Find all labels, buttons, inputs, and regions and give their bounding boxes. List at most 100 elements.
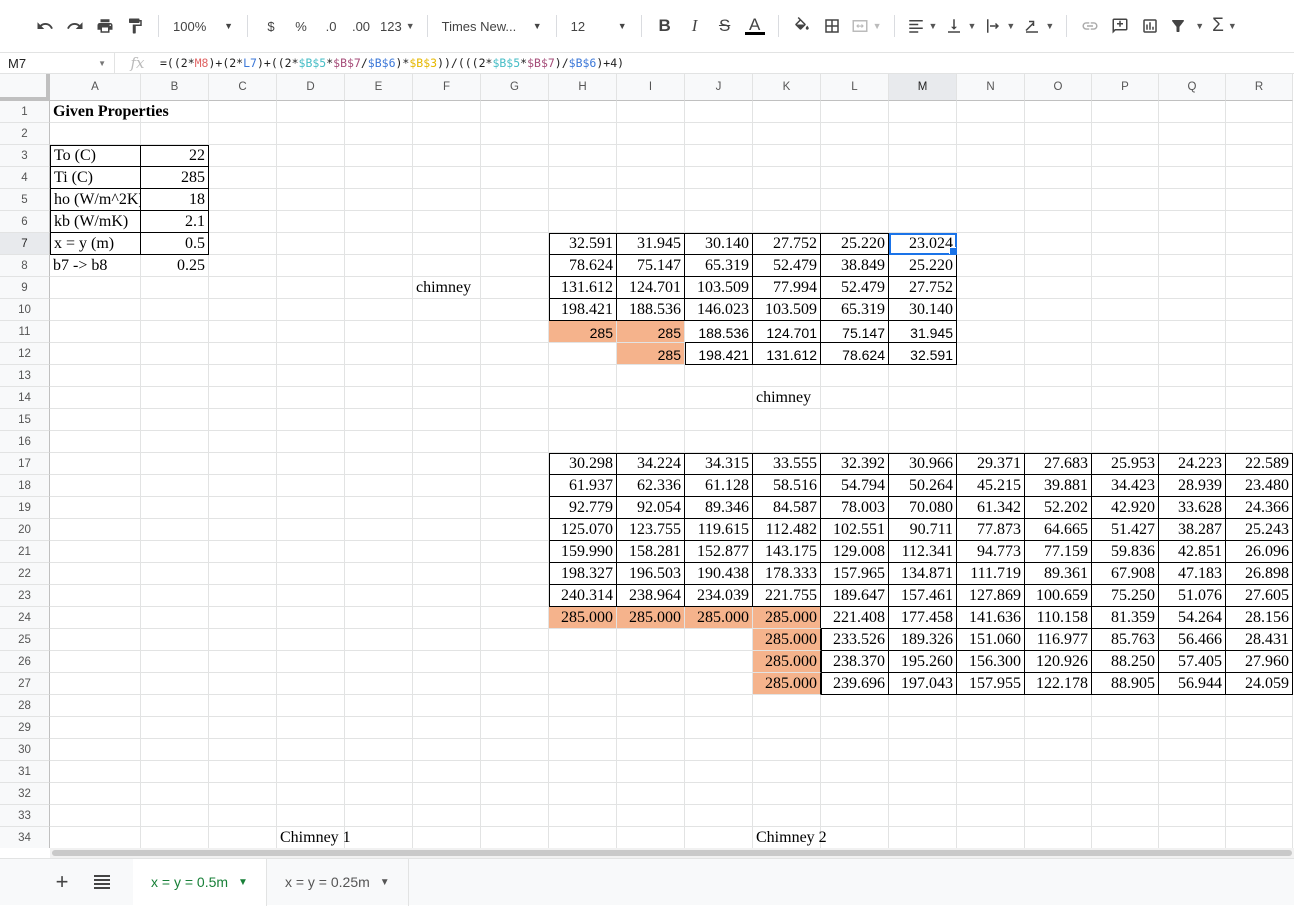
cell-b16[interactable] bbox=[141, 431, 209, 453]
cell-k33[interactable] bbox=[753, 805, 821, 827]
cell-j9[interactable]: 103.509 bbox=[685, 277, 753, 299]
currency-button[interactable]: $ bbox=[257, 12, 285, 40]
scrollbar-thumb[interactable] bbox=[52, 850, 1292, 856]
cell-e29[interactable] bbox=[345, 717, 413, 739]
cell-a29[interactable] bbox=[50, 717, 141, 739]
cell-b5[interactable]: 18 bbox=[141, 189, 209, 211]
cell-d21[interactable] bbox=[277, 541, 345, 563]
cell-f3[interactable] bbox=[413, 145, 481, 167]
row-header-18[interactable]: 18 bbox=[0, 475, 50, 497]
cell-j8[interactable]: 65.319 bbox=[685, 255, 753, 277]
cell-p8[interactable] bbox=[1092, 255, 1159, 277]
cell-p18[interactable]: 34.423 bbox=[1092, 475, 1159, 497]
cell-l31[interactable] bbox=[821, 761, 889, 783]
cell-j10[interactable]: 146.023 bbox=[685, 299, 753, 321]
cell-q15[interactable] bbox=[1159, 409, 1226, 431]
text-color-icon[interactable]: A bbox=[741, 12, 769, 40]
cell-n31[interactable] bbox=[957, 761, 1025, 783]
cell-k1[interactable] bbox=[753, 101, 821, 123]
cell-g12[interactable] bbox=[481, 343, 549, 365]
cell-g33[interactable] bbox=[481, 805, 549, 827]
cell-g26[interactable] bbox=[481, 651, 549, 673]
cell-a22[interactable] bbox=[50, 563, 141, 585]
row-header-8[interactable]: 8 bbox=[0, 255, 50, 277]
cell-e22[interactable] bbox=[345, 563, 413, 585]
cell-r27[interactable]: 24.059 bbox=[1226, 673, 1293, 695]
cell-f4[interactable] bbox=[413, 167, 481, 189]
cell-f29[interactable] bbox=[413, 717, 481, 739]
cell-a9[interactable] bbox=[50, 277, 141, 299]
cell-l13[interactable] bbox=[821, 365, 889, 387]
cell-c19[interactable] bbox=[209, 497, 277, 519]
paint-format-icon[interactable] bbox=[121, 12, 149, 40]
cell-a25[interactable] bbox=[50, 629, 141, 651]
cell-q11[interactable] bbox=[1159, 321, 1226, 343]
cell-q8[interactable] bbox=[1159, 255, 1226, 277]
cell-e33[interactable] bbox=[345, 805, 413, 827]
cell-k30[interactable] bbox=[753, 739, 821, 761]
cell-p7[interactable] bbox=[1092, 233, 1159, 255]
cell-b17[interactable] bbox=[141, 453, 209, 475]
cell-l3[interactable] bbox=[821, 145, 889, 167]
cell-d15[interactable] bbox=[277, 409, 345, 431]
cell-j17[interactable]: 34.315 bbox=[685, 453, 753, 475]
cell-o32[interactable] bbox=[1025, 783, 1092, 805]
cell-a13[interactable] bbox=[50, 365, 141, 387]
horizontal-scrollbar[interactable] bbox=[50, 848, 1294, 858]
cell-i33[interactable] bbox=[617, 805, 685, 827]
cell-a7[interactable]: x = y (m) bbox=[50, 233, 141, 255]
cell-o11[interactable] bbox=[1025, 321, 1092, 343]
cell-j27[interactable] bbox=[685, 673, 753, 695]
cell-c16[interactable] bbox=[209, 431, 277, 453]
cell-a24[interactable] bbox=[50, 607, 141, 629]
cell-f16[interactable] bbox=[413, 431, 481, 453]
cell-c20[interactable] bbox=[209, 519, 277, 541]
cell-i31[interactable] bbox=[617, 761, 685, 783]
cell-i2[interactable] bbox=[617, 123, 685, 145]
cell-o29[interactable] bbox=[1025, 717, 1092, 739]
cell-j24[interactable]: 285.000 bbox=[685, 607, 753, 629]
cell-a32[interactable] bbox=[50, 783, 141, 805]
cell-o3[interactable] bbox=[1025, 145, 1092, 167]
cell-l17[interactable]: 32.392 bbox=[821, 453, 889, 475]
cell-m29[interactable] bbox=[889, 717, 957, 739]
cell-a15[interactable] bbox=[50, 409, 141, 431]
cell-m11[interactable]: 31.945 bbox=[889, 321, 957, 343]
column-header-l[interactable]: L bbox=[821, 74, 889, 101]
cell-q31[interactable] bbox=[1159, 761, 1226, 783]
cell-j12[interactable]: 198.421 bbox=[685, 343, 753, 365]
cell-q12[interactable] bbox=[1159, 343, 1226, 365]
cell-i25[interactable] bbox=[617, 629, 685, 651]
chevron-down-icon[interactable]: ▼ bbox=[380, 877, 390, 888]
cell-h18[interactable]: 61.937 bbox=[549, 475, 617, 497]
cell-k7[interactable]: 27.752 bbox=[753, 233, 821, 255]
cell-b30[interactable] bbox=[141, 739, 209, 761]
cell-g23[interactable] bbox=[481, 585, 549, 607]
cell-b4[interactable]: 285 bbox=[141, 167, 209, 189]
cell-d9[interactable] bbox=[277, 277, 345, 299]
undo-icon[interactable] bbox=[31, 12, 59, 40]
cell-k31[interactable] bbox=[753, 761, 821, 783]
cell-g28[interactable] bbox=[481, 695, 549, 717]
cell-m22[interactable]: 134.871 bbox=[889, 563, 957, 585]
cell-j26[interactable] bbox=[685, 651, 753, 673]
cell-r7[interactable] bbox=[1226, 233, 1293, 255]
cell-r16[interactable] bbox=[1226, 431, 1293, 453]
cell-m13[interactable] bbox=[889, 365, 957, 387]
cell-n2[interactable] bbox=[957, 123, 1025, 145]
cell-f10[interactable] bbox=[413, 299, 481, 321]
cell-f28[interactable] bbox=[413, 695, 481, 717]
cell-c13[interactable] bbox=[209, 365, 277, 387]
cell-a31[interactable] bbox=[50, 761, 141, 783]
cell-l21[interactable]: 129.008 bbox=[821, 541, 889, 563]
column-header-f[interactable]: F bbox=[413, 74, 481, 101]
cell-k15[interactable] bbox=[753, 409, 821, 431]
cell-b15[interactable] bbox=[141, 409, 209, 431]
cell-h14[interactable] bbox=[549, 387, 617, 409]
cell-c15[interactable] bbox=[209, 409, 277, 431]
cell-h10[interactable]: 198.421 bbox=[549, 299, 617, 321]
cell-b6[interactable]: 2.1 bbox=[141, 211, 209, 233]
cell-r15[interactable] bbox=[1226, 409, 1293, 431]
column-header-q[interactable]: Q bbox=[1159, 74, 1226, 101]
cell-c30[interactable] bbox=[209, 739, 277, 761]
